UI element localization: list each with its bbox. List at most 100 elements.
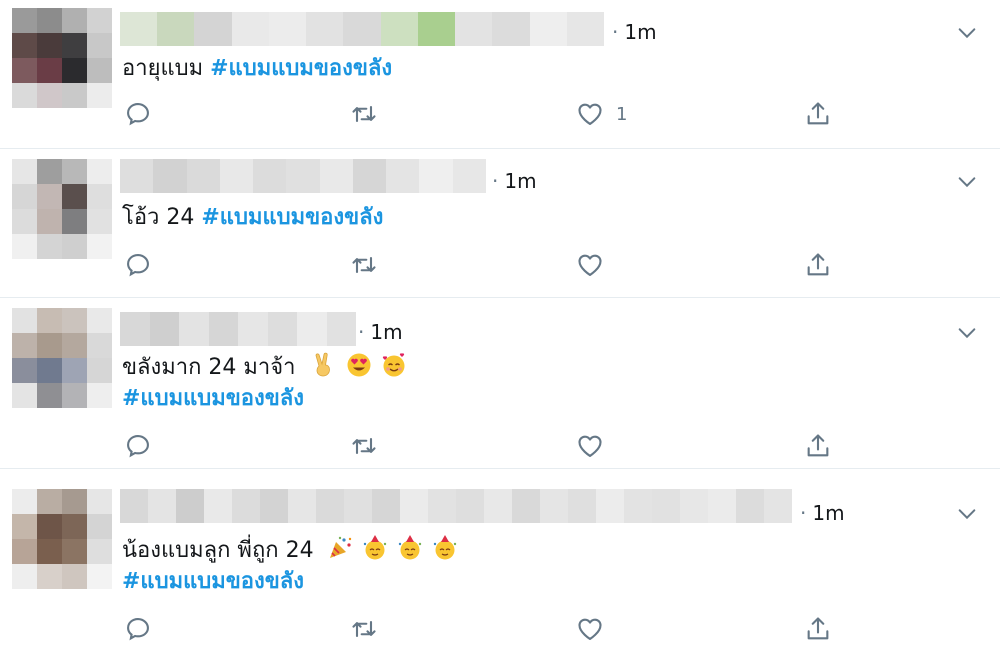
like-button[interactable] (576, 251, 616, 279)
share-button[interactable] (804, 615, 832, 643)
name-pixel (319, 159, 353, 193)
party-popper-emoji (329, 536, 351, 558)
like-count: 1 (616, 103, 628, 125)
timestamp[interactable]: 1m (358, 320, 402, 344)
name-pixel (157, 12, 195, 46)
like-button[interactable]: 1 (576, 100, 627, 128)
hashtag-link[interactable]: #แบมแบมของขลัง (210, 56, 392, 81)
tweet[interactable]: 1m ขลังมาก 24 มาจ้า #แบมแบมของขลัง (0, 298, 1000, 469)
avatar-pixel (37, 358, 62, 383)
tweet-body: โอ้ว 24 (122, 205, 195, 230)
avatar[interactable] (12, 308, 112, 408)
name-pixel (452, 159, 486, 193)
name-pixel (260, 489, 288, 523)
avatar[interactable] (12, 8, 112, 108)
avatar-pixel (37, 539, 62, 564)
author-name-blurred[interactable] (120, 159, 486, 193)
avatar-pixel (37, 564, 62, 589)
name-pixel (120, 312, 150, 346)
avatar-pixel (62, 8, 87, 33)
name-pixel (428, 489, 456, 523)
reply-button[interactable] (124, 615, 152, 643)
avatar-pixel (87, 58, 112, 83)
reply-icon (127, 254, 149, 277)
reply-button[interactable] (124, 432, 152, 460)
tweet-body: อายุแบม (122, 56, 204, 81)
reply-icon (127, 103, 149, 126)
hashtag-link[interactable]: #แบมแบมของขลัง (201, 205, 383, 230)
avatar-pixel (87, 514, 112, 539)
name-pixel (417, 12, 456, 46)
name-pixel (219, 159, 254, 193)
hashtag-link[interactable]: #แบมแบมของขลัง (122, 569, 304, 594)
smiling-face-with-hearts-emoji (382, 353, 405, 377)
chevron-down-icon[interactable] (956, 503, 978, 525)
tweet-hashtag-line: #แบมแบมของขลัง (122, 384, 304, 414)
retweet-button[interactable] (350, 100, 378, 128)
avatar[interactable] (12, 489, 112, 589)
name-pixel (153, 159, 187, 193)
tweet[interactable]: 1m โอ้ว 24 #แบมแบมของขลัง (0, 149, 1000, 298)
avatar-pixel (37, 333, 62, 358)
avatar[interactable] (12, 159, 112, 259)
avatar-pixel (37, 33, 62, 58)
like-button[interactable] (576, 432, 616, 460)
avatar-pixel (62, 209, 87, 234)
share-icon (807, 434, 829, 457)
name-pixel (386, 159, 420, 193)
name-pixel (680, 489, 708, 523)
avatar-pixel (12, 564, 37, 589)
timestamp[interactable]: 1m (492, 169, 536, 193)
avatar-pixel (87, 383, 112, 408)
avatar-pixel (37, 234, 62, 259)
avatar-pixel (12, 383, 37, 408)
avatar-pixel (12, 58, 37, 83)
avatar-pixel (37, 489, 62, 514)
retweet-button[interactable] (350, 432, 378, 460)
share-button[interactable] (804, 432, 832, 460)
avatar-pixel (37, 8, 62, 33)
name-pixel (624, 489, 652, 523)
like-button[interactable] (576, 615, 616, 643)
name-pixel (268, 12, 307, 46)
retweet-icon (352, 105, 376, 123)
avatar-pixel (62, 383, 87, 408)
share-button[interactable] (804, 100, 832, 128)
avatar-pixel (87, 209, 112, 234)
chevron-down-icon[interactable] (956, 171, 978, 193)
reply-button[interactable] (124, 251, 152, 279)
author-name-blurred[interactable] (120, 489, 792, 523)
avatar-pixel (87, 234, 112, 259)
retweet-button[interactable] (350, 251, 378, 279)
avatar-pixel (12, 539, 37, 564)
name-pixel (492, 12, 530, 46)
avatar-pixel (87, 8, 112, 33)
avatar-pixel (37, 308, 62, 333)
avatar-pixel (12, 184, 37, 209)
timestamp[interactable]: 1m (800, 501, 844, 525)
name-pixel (149, 312, 179, 346)
avatar-pixel (37, 514, 62, 539)
tweet[interactable]: 1m น้องแบมลูก พี่ถูก 24 #แบมแบมของขลัง (0, 469, 1000, 663)
name-pixel (120, 12, 158, 46)
hashtag-link[interactable]: #แบมแบมของขลัง (122, 386, 304, 411)
share-icon (807, 102, 829, 125)
partying-face-emoji (398, 535, 421, 560)
tweet[interactable]: 1m อายุแบม #แบมแบมของขลัง 1 (0, 0, 1000, 149)
author-name-blurred[interactable] (120, 312, 356, 346)
name-pixel (238, 312, 268, 346)
chevron-down-icon[interactable] (956, 322, 978, 344)
reply-button[interactable] (124, 100, 152, 128)
partying-face-emoji (433, 535, 456, 560)
name-pixel (596, 489, 624, 523)
author-name-blurred[interactable] (120, 12, 605, 46)
avatar-pixel (12, 8, 37, 33)
heart-eyes-emoji (347, 353, 371, 377)
name-pixel (204, 489, 232, 523)
timestamp[interactable]: 1m (612, 20, 656, 44)
name-pixel (456, 489, 484, 523)
avatar-pixel (62, 564, 87, 589)
retweet-button[interactable] (350, 615, 378, 643)
chevron-down-icon[interactable] (956, 22, 978, 44)
share-button[interactable] (804, 251, 832, 279)
